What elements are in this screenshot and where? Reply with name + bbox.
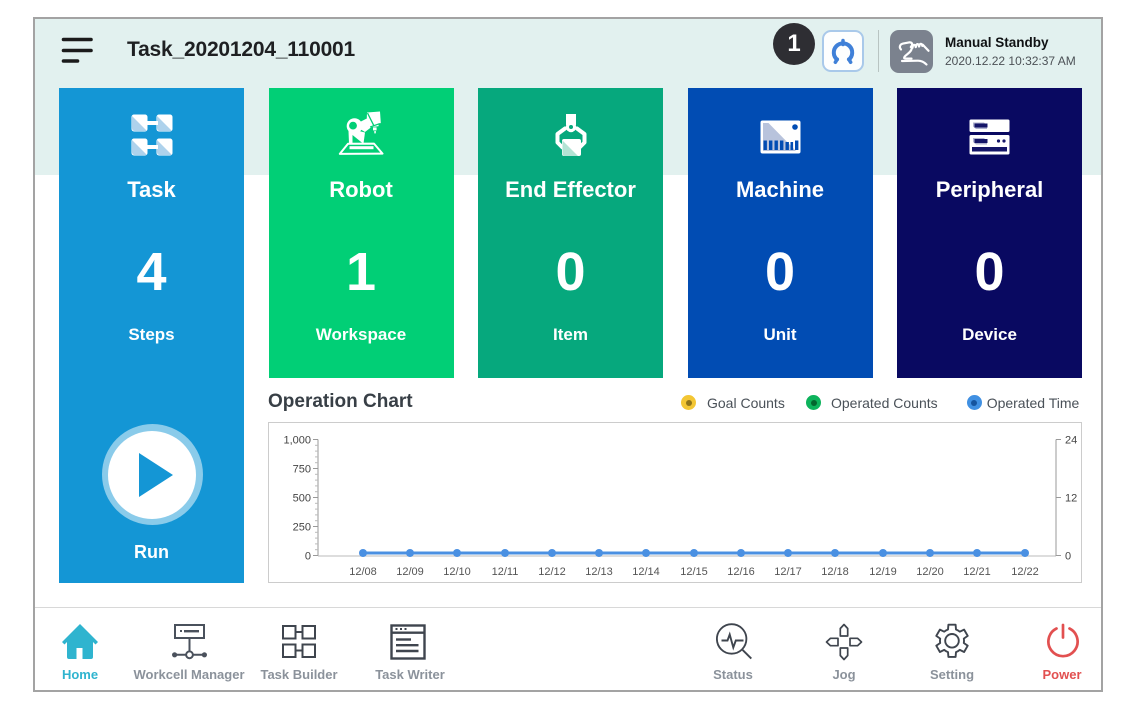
svg-text:1,000: 1,000	[283, 435, 311, 447]
svg-text:750: 750	[292, 464, 310, 476]
svg-text:12/18: 12/18	[821, 566, 849, 578]
svg-text:12/12: 12/12	[538, 566, 566, 578]
svg-text:12/10: 12/10	[443, 566, 471, 578]
svg-text:500: 500	[292, 493, 310, 505]
svg-text:12/11: 12/11	[491, 566, 518, 578]
svg-text:12/13: 12/13	[585, 566, 613, 578]
svg-text:12/17: 12/17	[774, 566, 802, 578]
svg-text:12/20: 12/20	[916, 566, 944, 578]
svg-text:12/21: 12/21	[963, 566, 991, 578]
svg-text:12/15: 12/15	[680, 566, 708, 578]
svg-text:12/08: 12/08	[349, 566, 377, 578]
svg-text:250: 250	[292, 522, 310, 534]
svg-text:12/09: 12/09	[396, 566, 424, 578]
svg-text:0: 0	[1065, 551, 1071, 563]
svg-text:12/22: 12/22	[1011, 566, 1039, 578]
svg-text:12/16: 12/16	[727, 566, 755, 578]
svg-text:12/14: 12/14	[632, 566, 660, 578]
svg-text:12: 12	[1065, 493, 1077, 505]
svg-text:0: 0	[304, 551, 310, 563]
svg-text:12/19: 12/19	[869, 566, 897, 578]
svg-text:24: 24	[1065, 435, 1077, 447]
